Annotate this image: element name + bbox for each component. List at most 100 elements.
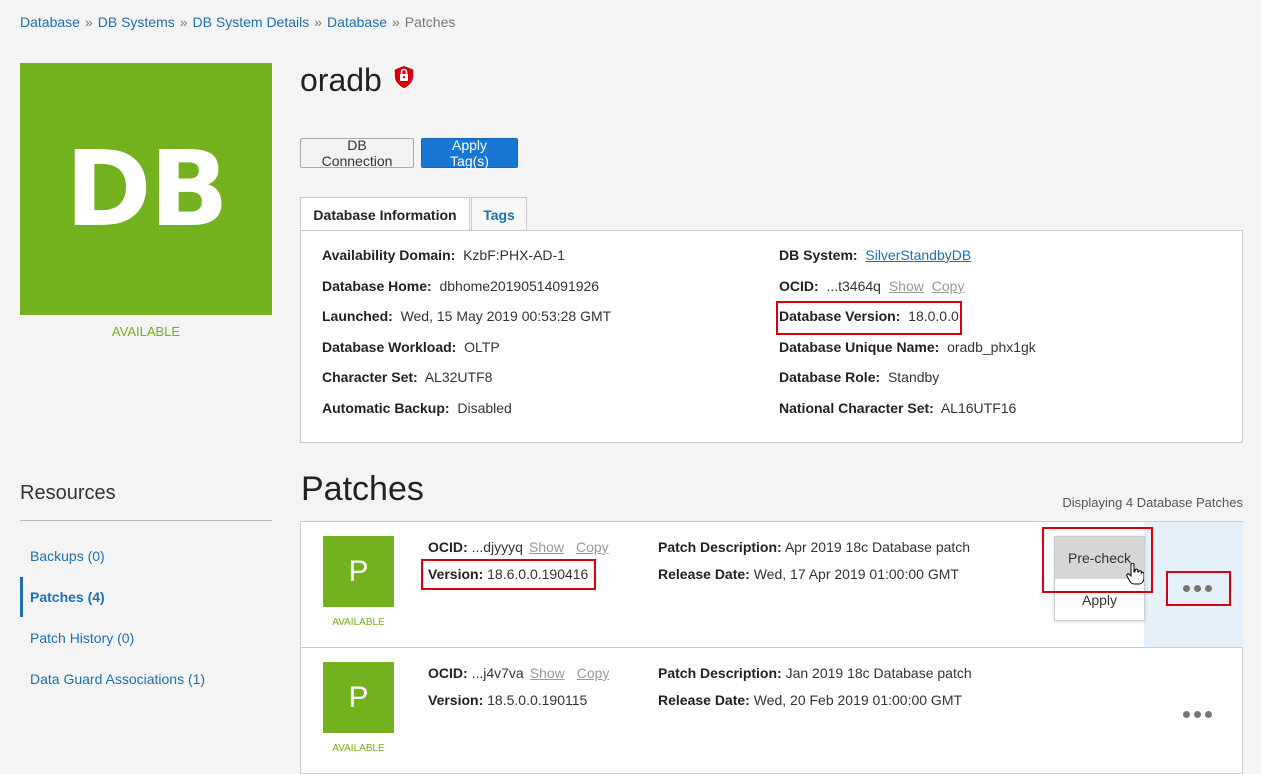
breadcrumb: Database» DB Systems» DB System Details» Da… (20, 14, 455, 30)
patch-description-label: Patch Description: (658, 665, 782, 681)
page-title: oradb (300, 62, 382, 98)
info-db-system: DB System: SilverStandbyDB (779, 247, 1036, 278)
info-label: National Character Set: (779, 399, 934, 416)
resources-title: Resources (20, 482, 116, 504)
tab-database-information[interactable]: Database Information (300, 197, 470, 231)
patch-ocid-show-link[interactable]: Show (529, 539, 564, 555)
tab-tags[interactable]: Tags (471, 197, 527, 231)
patch-release-value: Wed, 17 Apr 2019 01:00:00 GMT (753, 566, 959, 582)
info-label: OCID: (779, 277, 819, 294)
patch-ocid-show-link[interactable]: Show (530, 665, 565, 681)
patch-description: Patch Description: Apr 2019 18c Database… (658, 539, 970, 555)
info-database-home: Database Home: dbhome20190514091926 (322, 278, 611, 309)
patch-row: P AVAILABLE OCID: ...j4v7va Show Copy Vers… (300, 647, 1243, 774)
info-availability-domain: Availability Domain: KzbF:PHX-AD-1 (322, 247, 611, 278)
patch-release-date: Release Date: Wed, 20 Feb 2019 01:00:00 … (658, 692, 962, 708)
patch-version-value: 18.5.0.0.190115 (487, 692, 588, 708)
info-character-set: Character Set: AL32UTF8 (322, 369, 611, 400)
info-value: OLTP (464, 338, 500, 355)
highlight-version (421, 559, 596, 590)
database-information-panel: Availability Domain: KzbF:PHX-AD-1 Datab… (300, 230, 1243, 443)
patch-ocid-value: ...j4v7va (471, 665, 524, 681)
info-value: Standby (887, 369, 940, 386)
db-status: AVAILABLE (111, 324, 181, 339)
db-tile-text: DB (65, 128, 229, 250)
patch-version-label: Version: (428, 692, 484, 708)
resources-divider (20, 520, 272, 521)
breadcrumb-current: Patches (404, 14, 456, 30)
patch-tile: P (323, 662, 394, 733)
sidebar-item-patch-history[interactable]: Patch History (0) (20, 618, 272, 658)
actions-menu-icon[interactable] (1181, 708, 1213, 720)
sidebar-item-backups[interactable]: Backups (0) (20, 536, 272, 576)
breadcrumb-db-system-details[interactable]: DB System Details (193, 14, 310, 30)
breadcrumb-separator: » (84, 14, 93, 30)
patch-description-value: Apr 2019 18c Database patch (784, 539, 971, 555)
info-value: ...t3464q (826, 277, 881, 294)
highlight-database-version (776, 301, 962, 335)
info-right-column: DB System: SilverStandbyDB OCID: ...t346… (779, 247, 1036, 431)
db-connection-button[interactable]: DB Connection (300, 137, 414, 169)
highlight-actions-menu (1166, 571, 1231, 606)
info-label: Character Set: (322, 369, 418, 386)
info-value: Disabled (457, 399, 512, 416)
info-label: Availability Domain: (322, 247, 456, 263)
patch-description-value: Jan 2019 18c Database patch (785, 665, 972, 681)
breadcrumb-separator: » (179, 14, 188, 30)
patches-count: Displaying 4 Database Patches (1062, 495, 1243, 510)
info-label: Database Unique Name: (779, 338, 940, 355)
info-label: DB System: (779, 247, 858, 263)
patch-version: Version: 18.5.0.0.190115 (428, 692, 587, 708)
patch-row: P AVAILABLE OCID: ...djyyyq Show Copy Vers… (300, 521, 1243, 648)
detail-tabs: Database Information Tags (300, 197, 527, 231)
db-tile: DB (20, 63, 272, 315)
info-left-column: Availability Domain: KzbF:PHX-AD-1 Datab… (322, 247, 611, 431)
info-value: KzbF:PHX-AD-1 (463, 247, 565, 263)
info-label: Automatic Backup: (322, 399, 450, 416)
info-database-role: Database Role: Standby (779, 369, 1036, 400)
info-value: AL32UTF8 (424, 369, 493, 386)
apply-tags-button[interactable]: Apply Tag(s) (421, 137, 518, 169)
sidebar-item-data-guard-associations[interactable]: Data Guard Associations (1) (20, 659, 272, 699)
patch-ocid-copy-link[interactable]: Copy (577, 665, 610, 681)
breadcrumb-database-2[interactable]: Database (327, 14, 387, 30)
patch-ocid-value: ...djyyyq (471, 539, 523, 555)
breadcrumb-separator: » (391, 14, 400, 30)
patch-description-label: Patch Description: (658, 539, 782, 555)
info-national-character-set: National Character Set: AL16UTF16 (779, 400, 1036, 431)
info-launched: Launched: Wed, 15 May 2019 00:53:28 GMT (322, 308, 611, 339)
security-shield-icon (392, 63, 416, 90)
breadcrumb-separator: » (314, 14, 323, 30)
patch-release-value: Wed, 20 Feb 2019 01:00:00 GMT (753, 692, 963, 708)
patch-status: AVAILABLE (332, 743, 385, 754)
sidebar-item-patches[interactable]: Patches (4) (20, 577, 272, 617)
ocid-copy-link[interactable]: Copy (932, 278, 965, 294)
breadcrumb-db-systems[interactable]: DB Systems (98, 14, 175, 30)
patch-release-date: Release Date: Wed, 17 Apr 2019 01:00:00 … (658, 566, 959, 582)
page-title-wrap: oradb (300, 62, 416, 99)
info-label: Database Home: (322, 277, 432, 294)
info-label: Launched: (322, 308, 393, 325)
info-database-workload: Database Workload: OLTP (322, 339, 611, 370)
info-label: Database Workload: (322, 338, 457, 355)
info-label: Database Role: (779, 369, 881, 386)
patch-ocid: OCID: ...djyyyq Show Copy (428, 539, 609, 555)
patches-title: Patches (301, 470, 424, 508)
patch-release-label: Release Date: (658, 566, 750, 582)
patch-ocid-label: OCID: (428, 665, 468, 681)
info-value: AL16UTF16 (940, 399, 1017, 416)
patch-ocid: OCID: ...j4v7va Show Copy (428, 665, 609, 681)
patch-status: AVAILABLE (332, 617, 385, 628)
patch-ocid-copy-link[interactable]: Copy (576, 539, 609, 555)
breadcrumb-database[interactable]: Database (20, 14, 80, 30)
info-value: dbhome20190514091926 (439, 277, 600, 294)
info-value: oradb_phx1gk (947, 338, 1036, 355)
db-system-link[interactable]: SilverStandbyDB (865, 247, 971, 263)
hand-cursor-icon (1126, 562, 1145, 588)
ocid-show-link[interactable]: Show (889, 278, 924, 294)
info-automatic-backup: Automatic Backup: Disabled (322, 400, 611, 431)
patch-ocid-label: OCID: (428, 539, 468, 555)
info-value: Wed, 15 May 2019 00:53:28 GMT (400, 308, 612, 325)
patch-release-label: Release Date: (658, 692, 750, 708)
patch-description: Patch Description: Jan 2019 18c Database… (658, 665, 972, 681)
